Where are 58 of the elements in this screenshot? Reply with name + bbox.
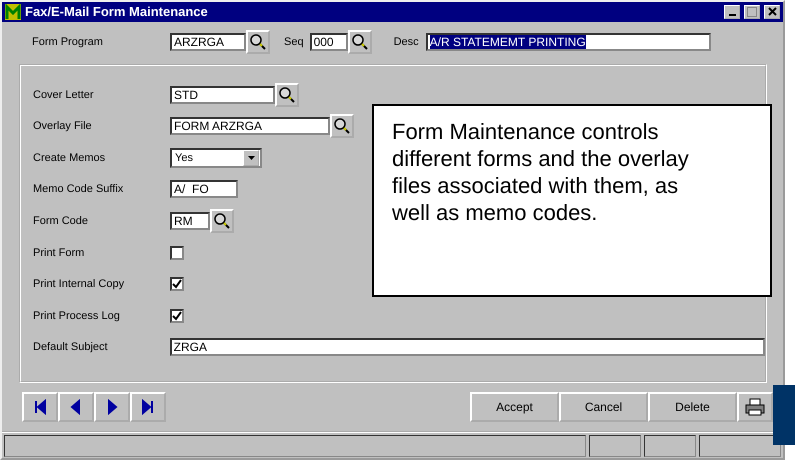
search-icon [333, 117, 351, 136]
action-button[interactable]: Cancel [559, 392, 648, 422]
search-icon [278, 86, 296, 104]
app-icon [5, 4, 21, 20]
input-field[interactable]: FORM ARZRGA [170, 117, 330, 136]
input-field[interactable]: A/R STATEMEMT PRINTING [426, 32, 711, 51]
field-label: Form Program [32, 36, 104, 48]
checkmark-icon [172, 279, 182, 290]
checkbox[interactable] [170, 308, 184, 323]
field-label: Memo Code Suffix [33, 183, 124, 196]
input-field[interactable]: STD [170, 86, 275, 104]
input-field[interactable]: ZRGA [170, 338, 765, 356]
close-button[interactable] [764, 4, 780, 19]
close-icon [768, 7, 776, 16]
maximize-icon [747, 6, 757, 17]
input-field[interactable]: ARZRGA [170, 32, 246, 51]
lookup-button[interactable] [330, 114, 354, 138]
search-icon [213, 212, 231, 230]
next-button[interactable] [94, 392, 130, 422]
checkbox[interactable] [170, 277, 184, 292]
first-record-icon [32, 399, 48, 416]
field-label: Overlay File [33, 120, 93, 132]
input-field[interactable]: A/ FO [170, 180, 238, 198]
input-field[interactable]: RM [170, 212, 210, 230]
maximize-button[interactable] [744, 4, 760, 19]
minimize-icon [728, 14, 736, 16]
callout-text: Form Maintenance controls different forms and the overlay files associated with them, as well as memo codes. [372, 104, 772, 297]
field-label: Default Subject [33, 341, 109, 354]
search-icon [350, 32, 369, 51]
printer-icon [745, 398, 765, 416]
field-label: Print Internal Copy [33, 278, 126, 290]
first-record-button[interactable] [22, 392, 58, 422]
field-label: Print Process Log [33, 310, 121, 322]
print-button[interactable] [737, 392, 773, 422]
window-title: Fax/E-Mail Form Maintenance [25, 4, 209, 20]
field-label: Cover Letter [33, 88, 95, 101]
checkbox[interactable] [170, 246, 184, 260]
lookup-button[interactable] [210, 209, 234, 234]
lookup-button[interactable] [246, 30, 270, 54]
field-label: Desc [394, 36, 419, 48]
last-record-button[interactable] [130, 392, 166, 422]
field-label: Form Code [33, 215, 90, 228]
search-icon [249, 32, 267, 51]
minimize-button[interactable] [724, 4, 740, 19]
caret-icon [248, 156, 254, 160]
checkmark-icon [172, 310, 182, 321]
dropdown[interactable]: Yes [170, 148, 262, 168]
field-label: Seq [284, 36, 304, 48]
lookup-button[interactable] [275, 82, 299, 107]
previous-button[interactable] [58, 392, 94, 422]
action-button[interactable]: Delete [648, 392, 737, 422]
input-field[interactable]: 000 [310, 32, 348, 51]
last-record-icon [140, 399, 156, 416]
lookup-button[interactable] [348, 30, 372, 54]
background-panel [773, 385, 795, 445]
action-button[interactable]: Accept [470, 392, 559, 422]
field-label: Print Form [33, 246, 86, 259]
field-label: Create Memos [33, 152, 106, 164]
